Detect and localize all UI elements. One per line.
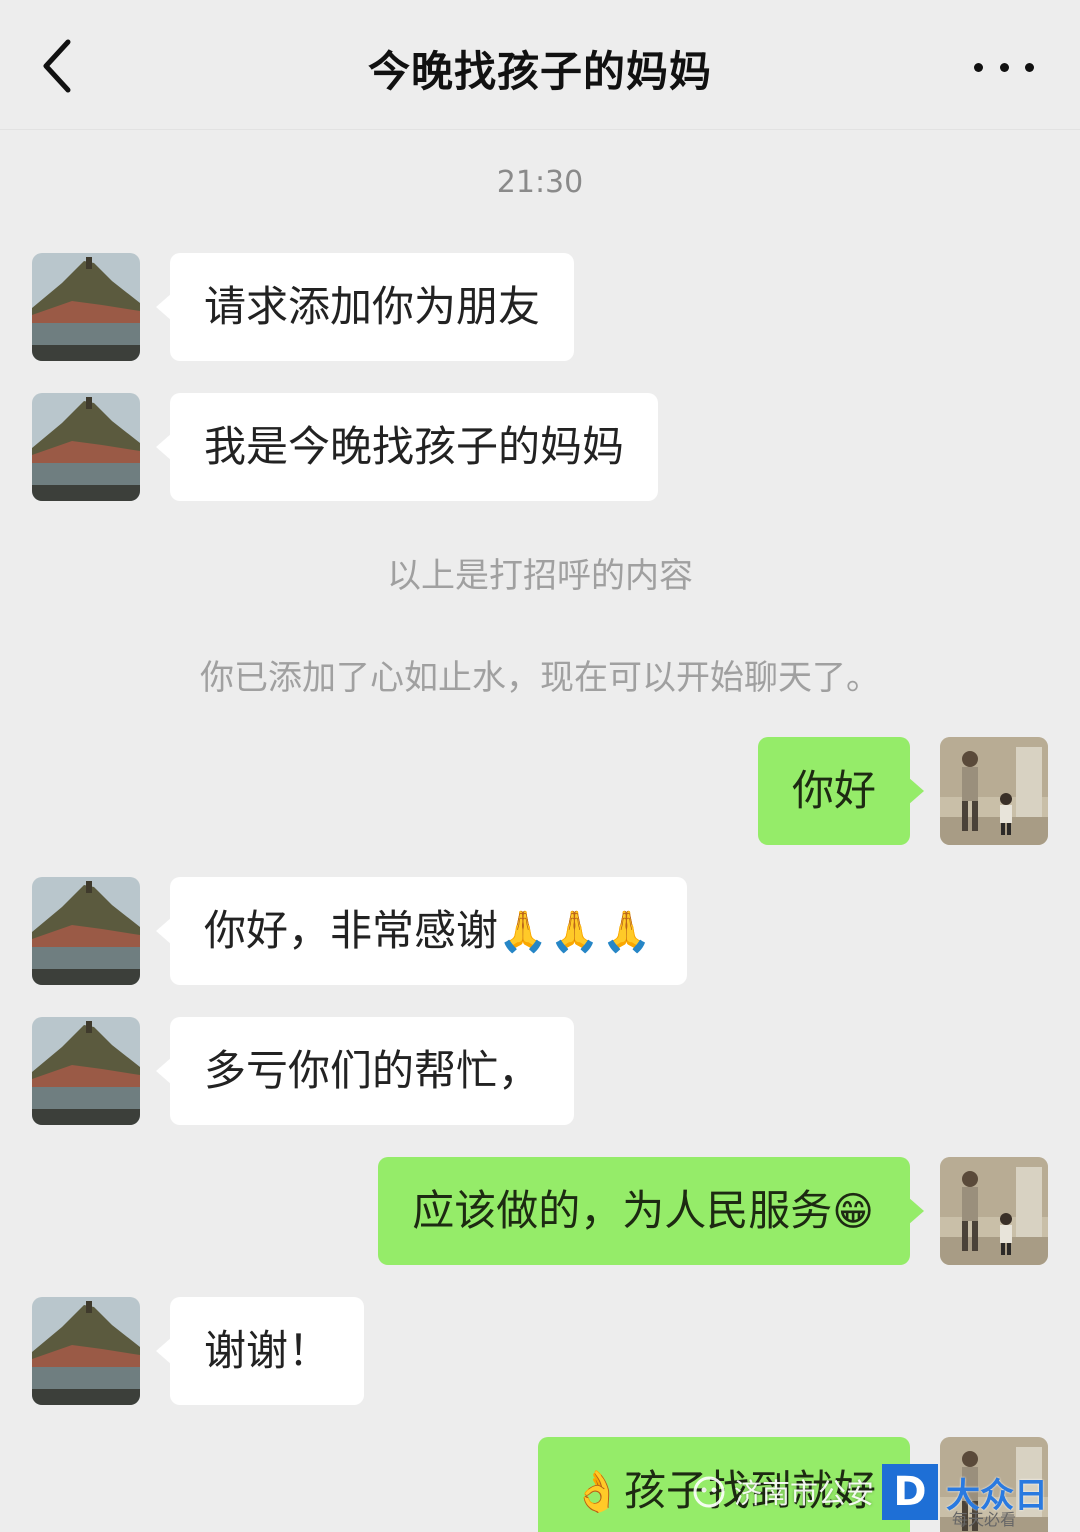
- message-bubble-incoming[interactable]: 谢谢！: [155, 1297, 365, 1405]
- message-bubble-outgoing[interactable]: 应该做的，为人民服务😁: [378, 1157, 924, 1265]
- more-dot: [999, 62, 1009, 72]
- more-dot: [1025, 62, 1034, 72]
- message-text: 应该做的，为人民服务: [412, 1186, 833, 1235]
- contact-avatar[interactable]: [32, 253, 140, 361]
- user-avatar[interactable]: [940, 737, 1048, 845]
- message-timestamp: 21:30: [496, 165, 584, 200]
- message-bubble-incoming[interactable]: 我是今晚找孩子的妈妈: [155, 393, 659, 501]
- contact-avatar[interactable]: [32, 877, 140, 985]
- user-avatar[interactable]: [940, 1157, 1048, 1265]
- ok-hand-emoji-icon: 👌: [572, 1469, 624, 1515]
- message-text: 我是今晚找孩子的妈妈: [204, 422, 625, 471]
- more-options-button[interactable]: [966, 40, 1042, 94]
- message-bubble-incoming[interactable]: 多亏你们的帮忙，: [155, 1017, 575, 1125]
- message-text: 你好，非常感谢: [204, 906, 499, 955]
- message-text: 多亏你们的帮忙，: [204, 1046, 541, 1095]
- message-text: 你好: [791, 766, 876, 815]
- folded-hands-emoji-icon: 🙏🙏🙏: [498, 909, 654, 955]
- watermark-subtitle: 每天必看: [952, 1510, 1017, 1529]
- message-bubble-incoming[interactable]: 你好，非常感谢🙏🙏🙏: [155, 877, 688, 985]
- system-note: 你已添加了心如止水，现在可以开始聊天了。: [200, 658, 880, 698]
- watermark-source: 济南市公安: [734, 1477, 875, 1510]
- grinning-face-emoji-icon: 😁: [832, 1189, 876, 1235]
- message-bubble-incoming[interactable]: 请求添加你为朋友: [155, 253, 575, 361]
- contact-avatar[interactable]: [32, 1297, 140, 1405]
- watermark-logo: D: [882, 1464, 939, 1520]
- system-note: 以上是打招呼的内容: [387, 556, 693, 596]
- watermark: 济南市公安 D 大众日 每天必看: [692, 1462, 1048, 1529]
- wechat-channel-icon: [693, 1476, 725, 1508]
- message-text: 请求添加你为朋友: [204, 282, 541, 331]
- chat-title: 今晚找孩子的妈妈: [367, 47, 712, 96]
- message-text: 谢谢！: [204, 1326, 331, 1375]
- message-bubble-outgoing[interactable]: 你好: [757, 737, 925, 845]
- contact-avatar[interactable]: [32, 393, 140, 501]
- contact-avatar[interactable]: [32, 1017, 140, 1125]
- chat-header: 今晚找孩子的妈妈: [0, 0, 1080, 130]
- more-dot: [974, 62, 983, 72]
